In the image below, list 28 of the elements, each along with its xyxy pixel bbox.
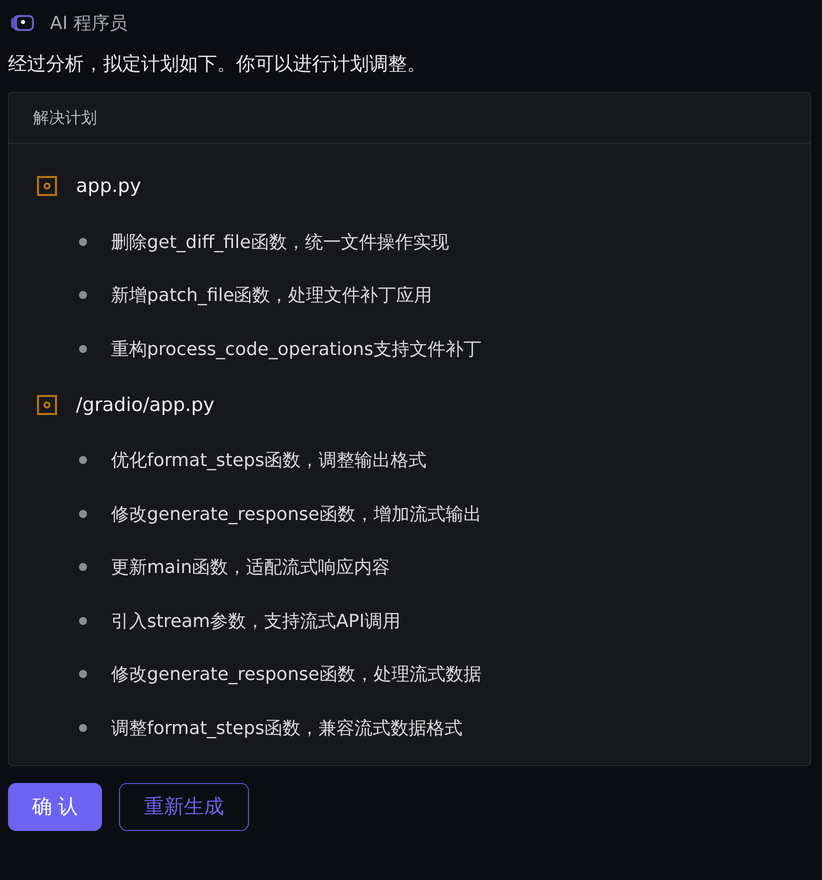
step-text: 删除get_diff_file函数，统一文件操作实现	[111, 230, 449, 254]
intro-text: 经过分析，拟定计划如下。你可以进行计划调整。	[7, 52, 427, 77]
robot-logo-icon	[10, 12, 36, 34]
step-text: 新增patch_file函数，处理文件补丁应用	[111, 284, 432, 308]
step-text: 引入stream参数，支持流式API调用	[111, 610, 401, 633]
step-text: 更新main函数，适配流式响应内容	[111, 556, 390, 580]
file-icon	[36, 175, 58, 197]
step-text: 重构process_code_operations支持文件补丁	[111, 338, 482, 361]
bullet-icon	[79, 616, 87, 625]
bullet-icon	[79, 456, 87, 464]
regenerate-button[interactable]: 重新生成	[119, 782, 249, 830]
bullet-icon	[79, 670, 87, 678]
assistant-name: AI 程序员	[50, 12, 128, 35]
file-name: app.py	[76, 175, 142, 197]
step-text: 修改generate_response函数，处理流式数据	[111, 663, 482, 686]
bullet-icon	[79, 238, 87, 246]
confirm-button[interactable]: 确 认	[8, 782, 102, 830]
step-text: 修改generate_response函数，增加流式输出	[111, 502, 482, 526]
card-title: 解决计划	[33, 108, 97, 128]
bullet-icon	[79, 344, 87, 353]
bullet-icon	[79, 563, 87, 572]
bullet-icon	[79, 724, 87, 732]
bullet-icon	[79, 510, 87, 518]
bullet-icon	[79, 291, 87, 300]
file-icon	[36, 394, 58, 416]
step-text: 调整format_steps函数，兼容流式数据格式	[111, 716, 462, 740]
step-text: 优化format_steps函数，调整输出格式	[111, 449, 426, 472]
file-name: /gradio/app.py	[76, 394, 214, 416]
